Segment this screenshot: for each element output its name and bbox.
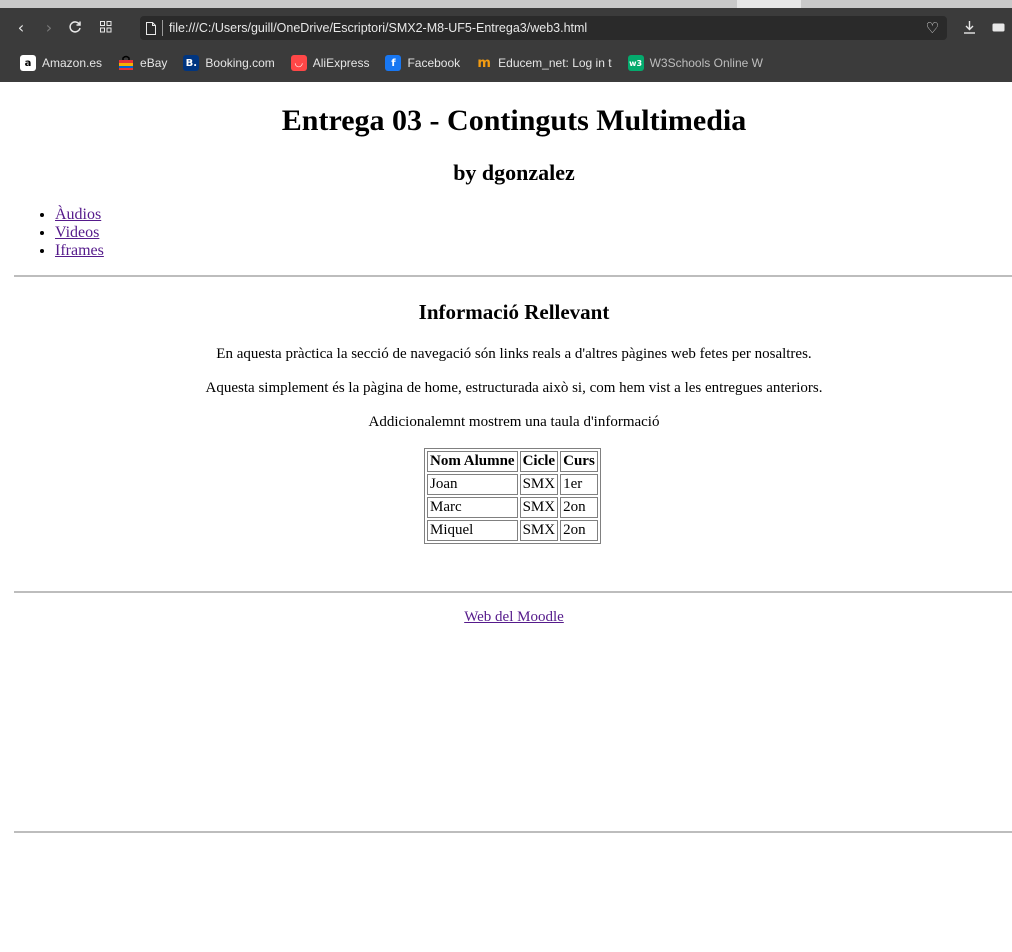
nav-link-videos[interactable]: Videos <box>55 224 99 241</box>
cell-cicle: SMX <box>519 497 559 518</box>
file-icon <box>140 16 162 40</box>
cell-curs: 2on <box>560 497 598 518</box>
paragraph-1: En aquesta pràctica la secció de navegac… <box>216 346 812 362</box>
bookmarks-bar: a Amazon.es eBay B. Booking.com ◡ AliExp… <box>0 46 1012 80</box>
bookmark-label: Booking.com <box>205 56 275 70</box>
tab-strip <box>0 0 1012 8</box>
section-nav-list: Àudios Videos Iframes <box>15 206 104 260</box>
battery-icon[interactable] <box>986 8 1012 46</box>
nav-link-iframes[interactable]: Iframes <box>55 242 104 259</box>
table-row: Joan SMX 1er <box>427 474 598 495</box>
cell-curs: 1er <box>560 474 598 495</box>
nav-item-audios: Àudios <box>55 206 104 224</box>
header-cicle: Cicle <box>519 451 559 472</box>
bookmark-w3schools[interactable]: w3 W3Schools Online W <box>627 55 763 71</box>
browser-chrome: ‹ › file:///C:/Users/guill/OneDrive/Escr… <box>0 0 1012 82</box>
url-text[interactable]: file:///C:/Users/guill/OneDrive/Escripto… <box>169 21 587 35</box>
bookmark-label: W3Schools Online W <box>649 56 763 70</box>
bookmark-facebook[interactable]: f Facebook <box>385 55 460 71</box>
cell-name: Miquel <box>427 520 518 541</box>
bookmark-label: eBay <box>140 56 168 70</box>
header-curs: Curs <box>560 451 598 472</box>
forward-icon[interactable]: › <box>36 8 62 46</box>
divider-top <box>14 275 1012 277</box>
bookmark-label: AliExpress <box>312 56 370 70</box>
page-subtitle: by dgonzalez <box>453 160 575 185</box>
cell-curs: 2on <box>560 520 598 541</box>
reload-icon[interactable] <box>62 8 88 46</box>
footer: Web del Moodle <box>0 609 1012 626</box>
bookmark-label: Educem_net: Log in t <box>498 56 612 70</box>
nav-item-iframes: Iframes <box>55 242 104 260</box>
table-row: Miquel SMX 2on <box>427 520 598 541</box>
header-nom-alumne: Nom Alumne <box>427 451 518 472</box>
bookmark-booking[interactable]: B. Booking.com <box>183 55 275 71</box>
page-content: Entrega 03 - Continguts Multimedia by dg… <box>0 82 1012 952</box>
section-title: Informació Rellevant <box>418 300 610 324</box>
booking-icon: B. <box>183 55 200 71</box>
moodle-link[interactable]: Web del Moodle <box>464 609 564 625</box>
page-title: Entrega 03 - Continguts Multimedia <box>281 104 747 137</box>
grid-icon[interactable] <box>93 8 119 46</box>
bookmark-aliexpress[interactable]: ◡ AliExpress <box>290 55 370 71</box>
bookmark-ebay[interactable]: eBay <box>118 55 167 71</box>
cell-name: Joan <box>427 474 518 495</box>
cell-cicle: SMX <box>519 520 559 541</box>
bookmark-label: Amazon.es <box>42 56 103 70</box>
navigation-bar: ‹ › file:///C:/Users/guill/OneDrive/Escr… <box>0 8 1012 46</box>
facebook-icon: f <box>385 55 402 71</box>
amazon-icon: a <box>20 55 36 71</box>
nav-item-videos: Videos <box>55 224 104 242</box>
table-row: Marc SMX 2on <box>427 497 598 518</box>
bookmark-educem[interactable]: m Educem_net: Log in t <box>476 55 611 71</box>
moodle-icon: m <box>477 55 491 71</box>
w3schools-icon: w3 <box>627 55 644 71</box>
paragraph-3: Addicionalemnt mostrem una taula d'infor… <box>368 414 660 430</box>
address-separator <box>162 20 163 36</box>
aliexpress-icon: ◡ <box>290 55 307 71</box>
paragraph-2: Aquesta simplement és la pàgina de home,… <box>205 380 823 396</box>
table-header-row: Nom Alumne Cicle Curs <box>427 451 598 472</box>
divider-middle <box>14 591 1012 593</box>
favorite-heart-icon[interactable]: ♡ <box>926 16 939 40</box>
address-bar[interactable]: file:///C:/Users/guill/OneDrive/Escripto… <box>140 16 947 40</box>
active-tab-indicator[interactable] <box>737 0 801 8</box>
divider-bottom <box>14 831 1012 833</box>
ebay-bag-icon <box>118 55 134 71</box>
cell-cicle: SMX <box>519 474 559 495</box>
students-table: Nom Alumne Cicle Curs Joan SMX 1er Marc … <box>424 448 601 544</box>
bookmark-label: Facebook <box>407 56 461 70</box>
cell-name: Marc <box>427 497 518 518</box>
nav-link-audios[interactable]: Àudios <box>55 206 101 223</box>
bookmark-amazon[interactable]: a Amazon.es <box>20 55 102 71</box>
back-icon[interactable]: ‹ <box>8 8 34 46</box>
download-icon[interactable] <box>956 8 982 46</box>
